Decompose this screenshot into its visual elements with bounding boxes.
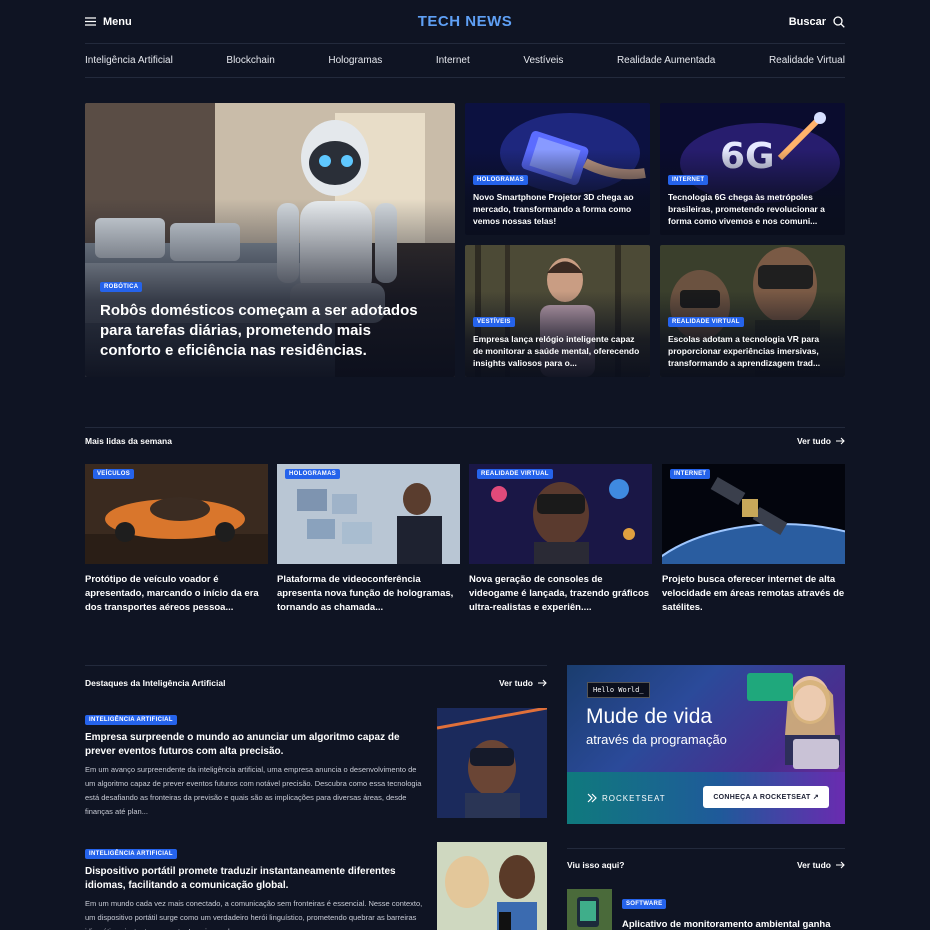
ai-article[interactable]: Inteligência Artificial Empresa surpreen… [85,708,547,819]
article-excerpt: Em um avanço surpreendente da inteligênc… [85,765,422,816]
article-badge: Inteligência Artificial [85,715,177,725]
rocketseat-logo: ROCKETSEAT [587,793,666,803]
ad-headline: Mude de vida [586,705,713,728]
most-read-title: Mais lidas da semana [85,436,172,446]
most-read-card[interactable]: Hologramas Plataforma de videoconferênci… [277,464,460,615]
card-title: Nova geração de consoles de videogame é … [469,574,650,613]
vr-gamer-image [469,464,652,564]
see-all-label: Ver tudo [796,860,831,870]
ad-hello-code: Hello World_ [587,682,650,698]
woman-vr-space-image [437,708,547,818]
article-badge: Inteligência Artificial [85,849,177,859]
seen-see-all-link[interactable]: Ver tudo [797,860,845,870]
ai-section-title: Destaques da Inteligência Artificial [85,678,226,688]
ad-chat-bubble-gray [793,739,839,769]
arrow-right-icon [836,437,845,445]
card-title: Protótipo de veículo voador é apresentad… [85,574,259,613]
menu-label: Menu [103,15,132,28]
external-arrow-icon: ↗ [812,794,819,801]
arrow-right-icon [538,679,547,687]
translator-people-image [437,842,547,930]
ad-subline: através da programação [586,732,727,747]
ai-section-header: Destaques da Inteligência Artificial Ver… [85,678,547,688]
grid-title: Tecnologia 6G chega às metrópoles brasil… [668,192,825,226]
most-read-header: Mais lidas da semana Ver tudo [85,436,845,446]
most-read-card[interactable]: Realidade Virtual Nova geração de consol… [469,464,652,615]
category-nav: Inteligência Artificial Blockchain Holog… [85,44,845,78]
nav-item-blockchain[interactable]: Blockchain [226,55,274,66]
seen-title: Viu isso aqui? [567,860,625,870]
seen-badge: Software [622,899,667,909]
section-divider [85,427,845,428]
hero-card[interactable]: Robótica Robôs domésticos começam a ser … [85,103,455,377]
see-all-label: Ver tudo [498,678,533,688]
most-read-see-all-link[interactable]: Ver tudo [797,436,845,446]
ad-footer: ROCKETSEAT CONHEÇA A ROCKETSEAT ↗ [567,772,845,824]
card-badge: Veículos [93,469,135,479]
hologram-conference-image [277,464,460,564]
nav-item-internet[interactable]: Internet [436,55,470,66]
nav-item-hologramas[interactable]: Hologramas [328,55,382,66]
article-excerpt: Em um mundo cada vez mais conectado, a c… [85,899,423,930]
see-all-label: Ver tudo [796,436,831,446]
grid-card-vestiveis[interactable]: Vestíveis Empresa lança relógio intelige… [465,245,650,377]
card-title: Plataforma de videoconferência apresenta… [277,574,454,613]
grid-title: Novo Smartphone Projetor 3D chega ao mer… [473,192,634,226]
ad-cta-button[interactable]: CONHEÇA A ROCKETSEAT ↗ [703,786,829,808]
most-read-card[interactable]: Veículos Protótipo de veículo voador é a… [85,464,268,615]
top-bar: Menu TECH NEWS Buscar [85,0,845,44]
search-icon [833,15,845,28]
card-title: Projeto busca oferecer internet de alta … [662,574,845,613]
article-title: Empresa surpreende o mundo ao anunciar u… [85,732,400,757]
search-label: Buscar [788,15,826,28]
grid-card-hologramas[interactable]: Hologramas Novo Smartphone Projetor 3D c… [465,103,650,235]
ad-chat-bubble-green [747,673,793,701]
search-button[interactable]: Buscar [789,16,845,28]
satellite-earth-image [662,464,845,564]
section-divider [567,848,845,849]
hero-title: Robôs domésticos começam a ser adotados … [100,302,418,359]
card-badge: Internet [670,469,711,479]
grid-badge: Vestíveis [473,317,515,327]
ai-article[interactable]: Inteligência Artificial Dispositivo port… [85,842,547,930]
seen-item-title: Aplicativo de monitoramento ambiental ga… [622,919,831,930]
grid-card-realidade-virtual[interactable]: Realidade Virtual Escolas adotam a tecno… [660,245,845,377]
article-title: Dispositivo portátil promete traduzir in… [85,866,396,891]
grid-title: Escolas adotam a tecnologia VR para prop… [668,334,821,368]
ai-see-all-link[interactable]: Ver tudo [499,678,547,688]
nav-item-realidade-virtual[interactable]: Realidade Virtual [769,55,845,66]
hamburger-icon [85,17,96,26]
rocketseat-ad[interactable]: Hello World_ Mude de vida através da pro… [567,665,845,824]
menu-button[interactable]: Menu [85,16,132,28]
flying-car-image [85,464,268,564]
monitoring-app-image [567,889,612,930]
rocketseat-icon [587,793,597,803]
card-badge: Realidade Virtual [477,469,553,479]
grid-card-internet[interactable]: 6G Internet Tecnologia 6G chega às metró… [660,103,845,235]
most-read-card[interactable]: Internet Projeto busca oferecer internet… [662,464,845,615]
grid-title: Empresa lança relógio inteligente capaz … [473,334,640,368]
grid-badge: Hologramas [473,175,528,185]
nav-item-realidade-aumentada[interactable]: Realidade Aumentada [617,55,715,66]
grid-badge: Realidade Virtual [668,317,744,327]
section-divider [85,665,547,666]
hero-badge: Robótica [100,282,143,292]
grid-badge: Internet [668,175,709,185]
seen-header: Viu isso aqui? Ver tudo [567,860,845,870]
nav-item-inteligencia-artificial[interactable]: Inteligência Artificial [85,55,173,66]
seen-item[interactable]: Software Aplicativo de monitoramento amb… [567,889,845,930]
card-badge: Hologramas [285,469,340,479]
nav-item-vestiveis[interactable]: Vestíveis [523,55,563,66]
arrow-right-icon [836,861,845,869]
site-logo[interactable]: TECH NEWS [418,13,513,30]
